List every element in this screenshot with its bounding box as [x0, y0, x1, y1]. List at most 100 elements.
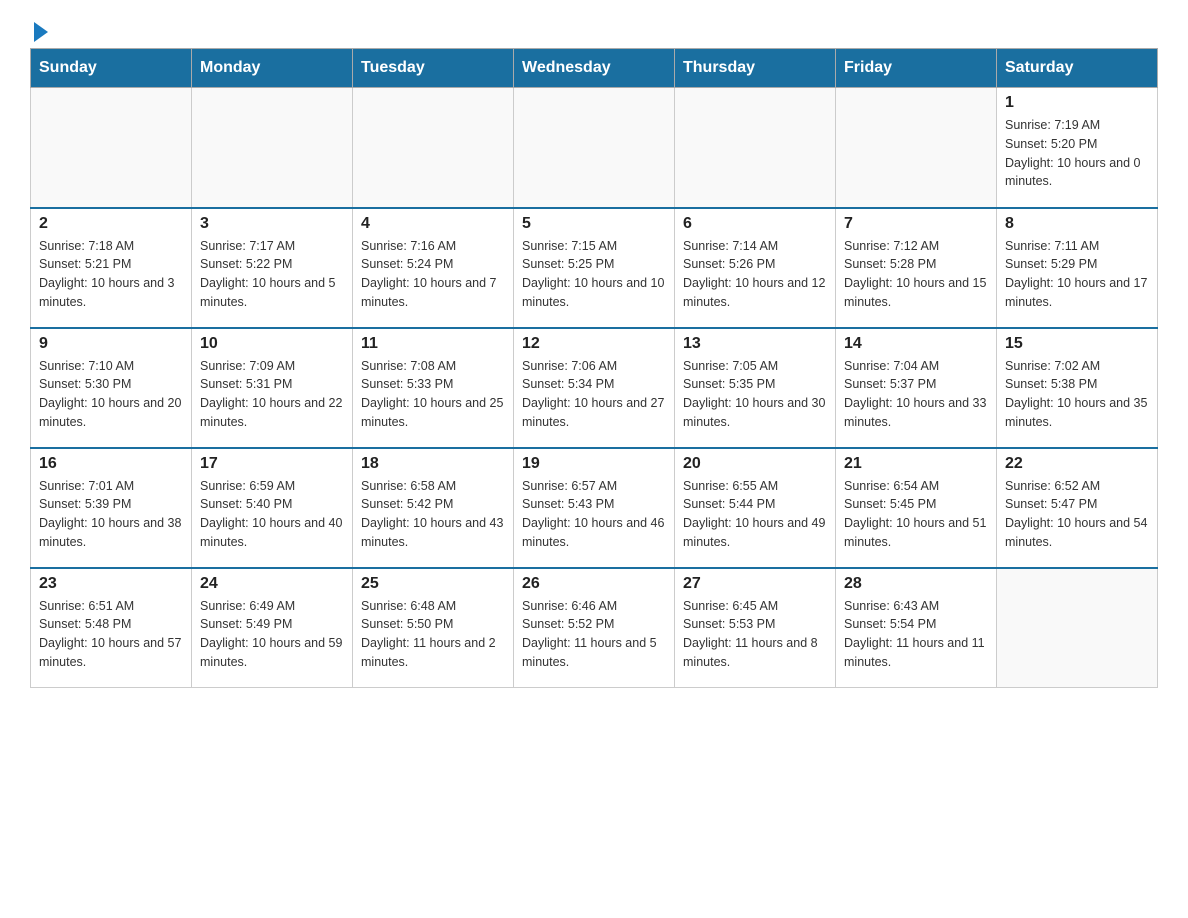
day-number: 24: [200, 575, 344, 593]
calendar-cell: 6 Sunrise: 7:14 AMSunset: 5:26 PMDaylight…: [675, 208, 836, 328]
calendar-cell: 24 Sunrise: 6:49 AMSunset: 5:49 PMDayligh…: [192, 568, 353, 688]
calendar-header-thursday: Thursday: [675, 49, 836, 88]
day-info: Sunrise: 7:02 AMSunset: 5:38 PMDaylight:…: [1005, 357, 1149, 432]
calendar-cell: 11 Sunrise: 7:08 AMSunset: 5:33 PMDayligh…: [353, 328, 514, 448]
day-number: 26: [522, 575, 666, 593]
calendar-header-friday: Friday: [836, 49, 997, 88]
calendar-table: SundayMondayTuesdayWednesdayThursdayFrid…: [30, 48, 1158, 688]
day-number: 11: [361, 335, 505, 353]
day-number: 21: [844, 455, 988, 473]
calendar-cell: 4 Sunrise: 7:16 AMSunset: 5:24 PMDaylight…: [353, 208, 514, 328]
day-number: 8: [1005, 215, 1149, 233]
day-number: 9: [39, 335, 183, 353]
day-number: 16: [39, 455, 183, 473]
calendar-cell: [836, 88, 997, 208]
calendar-cell: 8 Sunrise: 7:11 AMSunset: 5:29 PMDaylight…: [997, 208, 1158, 328]
day-info: Sunrise: 6:51 AMSunset: 5:48 PMDaylight:…: [39, 597, 183, 672]
day-number: 5: [522, 215, 666, 233]
logo-arrow-icon: [34, 22, 48, 42]
day-number: 22: [1005, 455, 1149, 473]
calendar-cell: 22 Sunrise: 6:52 AMSunset: 5:47 PMDayligh…: [997, 448, 1158, 568]
calendar-week-row: 9 Sunrise: 7:10 AMSunset: 5:30 PMDaylight…: [31, 328, 1158, 448]
calendar-header-wednesday: Wednesday: [514, 49, 675, 88]
calendar-header-tuesday: Tuesday: [353, 49, 514, 88]
calendar-cell: 15Sunrise: 7:02 AMSunset: 5:38 PMDayligh…: [997, 328, 1158, 448]
day-info: Sunrise: 7:08 AMSunset: 5:33 PMDaylight:…: [361, 357, 505, 432]
calendar-cell: [514, 88, 675, 208]
calendar-cell: 13 Sunrise: 7:05 AMSunset: 5:35 PMDayligh…: [675, 328, 836, 448]
day-info: Sunrise: 6:54 AMSunset: 5:45 PMDaylight:…: [844, 477, 988, 552]
day-info: Sunrise: 7:10 AMSunset: 5:30 PMDaylight:…: [39, 357, 183, 432]
calendar-cell: 28Sunrise: 6:43 AMSunset: 5:54 PMDayligh…: [836, 568, 997, 688]
day-number: 27: [683, 575, 827, 593]
day-number: 13: [683, 335, 827, 353]
day-info: Sunrise: 6:55 AMSunset: 5:44 PMDaylight:…: [683, 477, 827, 552]
calendar-cell: 17 Sunrise: 6:59 AMSunset: 5:40 PMDayligh…: [192, 448, 353, 568]
calendar-header-row: SundayMondayTuesdayWednesdayThursdayFrid…: [31, 49, 1158, 88]
calendar-cell: 5 Sunrise: 7:15 AMSunset: 5:25 PMDaylight…: [514, 208, 675, 328]
calendar-cell: 9 Sunrise: 7:10 AMSunset: 5:30 PMDaylight…: [31, 328, 192, 448]
day-number: 14: [844, 335, 988, 353]
day-number: 25: [361, 575, 505, 593]
day-info: Sunrise: 7:05 AMSunset: 5:35 PMDaylight:…: [683, 357, 827, 432]
calendar-cell: 18 Sunrise: 6:58 AMSunset: 5:42 PMDayligh…: [353, 448, 514, 568]
day-info: Sunrise: 6:58 AMSunset: 5:42 PMDaylight:…: [361, 477, 505, 552]
day-info: Sunrise: 7:04 AMSunset: 5:37 PMDaylight:…: [844, 357, 988, 432]
day-info: Sunrise: 7:17 AMSunset: 5:22 PMDaylight:…: [200, 237, 344, 312]
day-number: 1: [1005, 94, 1149, 112]
day-info: Sunrise: 7:01 AMSunset: 5:39 PMDaylight:…: [39, 477, 183, 552]
calendar-header-saturday: Saturday: [997, 49, 1158, 88]
day-number: 17: [200, 455, 344, 473]
calendar-cell: 2 Sunrise: 7:18 AMSunset: 5:21 PMDaylight…: [31, 208, 192, 328]
calendar-cell: 3 Sunrise: 7:17 AMSunset: 5:22 PMDaylight…: [192, 208, 353, 328]
day-info: Sunrise: 7:11 AMSunset: 5:29 PMDaylight:…: [1005, 237, 1149, 312]
day-info: Sunrise: 6:49 AMSunset: 5:49 PMDaylight:…: [200, 597, 344, 672]
day-info: Sunrise: 7:09 AMSunset: 5:31 PMDaylight:…: [200, 357, 344, 432]
day-info: Sunrise: 7:19 AMSunset: 5:20 PMDaylight:…: [1005, 116, 1149, 191]
day-info: Sunrise: 7:18 AMSunset: 5:21 PMDaylight:…: [39, 237, 183, 312]
day-number: 10: [200, 335, 344, 353]
day-number: 20: [683, 455, 827, 473]
calendar-cell: 21 Sunrise: 6:54 AMSunset: 5:45 PMDayligh…: [836, 448, 997, 568]
day-info: Sunrise: 6:59 AMSunset: 5:40 PMDaylight:…: [200, 477, 344, 552]
calendar-cell: 10 Sunrise: 7:09 AMSunset: 5:31 PMDayligh…: [192, 328, 353, 448]
calendar-week-row: 1 Sunrise: 7:19 AMSunset: 5:20 PMDaylight…: [31, 88, 1158, 208]
calendar-cell: [192, 88, 353, 208]
calendar-cell: 12 Sunrise: 7:06 AMSunset: 5:34 PMDayligh…: [514, 328, 675, 448]
page-header: [30, 20, 1158, 38]
calendar-cell: 16 Sunrise: 7:01 AMSunset: 5:39 PMDayligh…: [31, 448, 192, 568]
day-number: 2: [39, 215, 183, 233]
calendar-cell: [31, 88, 192, 208]
calendar-cell: 27 Sunrise: 6:45 AMSunset: 5:53 PMDayligh…: [675, 568, 836, 688]
calendar-week-row: 16 Sunrise: 7:01 AMSunset: 5:39 PMDayligh…: [31, 448, 1158, 568]
day-info: Sunrise: 7:06 AMSunset: 5:34 PMDaylight:…: [522, 357, 666, 432]
day-number: 12: [522, 335, 666, 353]
day-number: 6: [683, 215, 827, 233]
logo: [30, 20, 48, 38]
day-info: Sunrise: 6:52 AMSunset: 5:47 PMDaylight:…: [1005, 477, 1149, 552]
day-number: 7: [844, 215, 988, 233]
calendar-cell: [675, 88, 836, 208]
calendar-cell: [353, 88, 514, 208]
calendar-cell: 26 Sunrise: 6:46 AMSunset: 5:52 PMDayligh…: [514, 568, 675, 688]
calendar-header-sunday: Sunday: [31, 49, 192, 88]
day-info: Sunrise: 6:48 AMSunset: 5:50 PMDaylight:…: [361, 597, 505, 672]
calendar-cell: 1 Sunrise: 7:19 AMSunset: 5:20 PMDaylight…: [997, 88, 1158, 208]
calendar-cell: 20 Sunrise: 6:55 AMSunset: 5:44 PMDayligh…: [675, 448, 836, 568]
calendar-cell: 25 Sunrise: 6:48 AMSunset: 5:50 PMDayligh…: [353, 568, 514, 688]
calendar-week-row: 2 Sunrise: 7:18 AMSunset: 5:21 PMDaylight…: [31, 208, 1158, 328]
calendar-cell: [997, 568, 1158, 688]
day-info: Sunrise: 6:45 AMSunset: 5:53 PMDaylight:…: [683, 597, 827, 672]
day-number: 28: [844, 575, 988, 593]
day-number: 3: [200, 215, 344, 233]
day-number: 4: [361, 215, 505, 233]
calendar-cell: 14 Sunrise: 7:04 AMSunset: 5:37 PMDayligh…: [836, 328, 997, 448]
calendar-cell: 7 Sunrise: 7:12 AMSunset: 5:28 PMDaylight…: [836, 208, 997, 328]
day-info: Sunrise: 7:16 AMSunset: 5:24 PMDaylight:…: [361, 237, 505, 312]
day-info: Sunrise: 6:46 AMSunset: 5:52 PMDaylight:…: [522, 597, 666, 672]
day-info: Sunrise: 7:15 AMSunset: 5:25 PMDaylight:…: [522, 237, 666, 312]
calendar-header-monday: Monday: [192, 49, 353, 88]
day-info: Sunrise: 7:14 AMSunset: 5:26 PMDaylight:…: [683, 237, 827, 312]
day-info: Sunrise: 7:12 AMSunset: 5:28 PMDaylight:…: [844, 237, 988, 312]
day-number: 18: [361, 455, 505, 473]
